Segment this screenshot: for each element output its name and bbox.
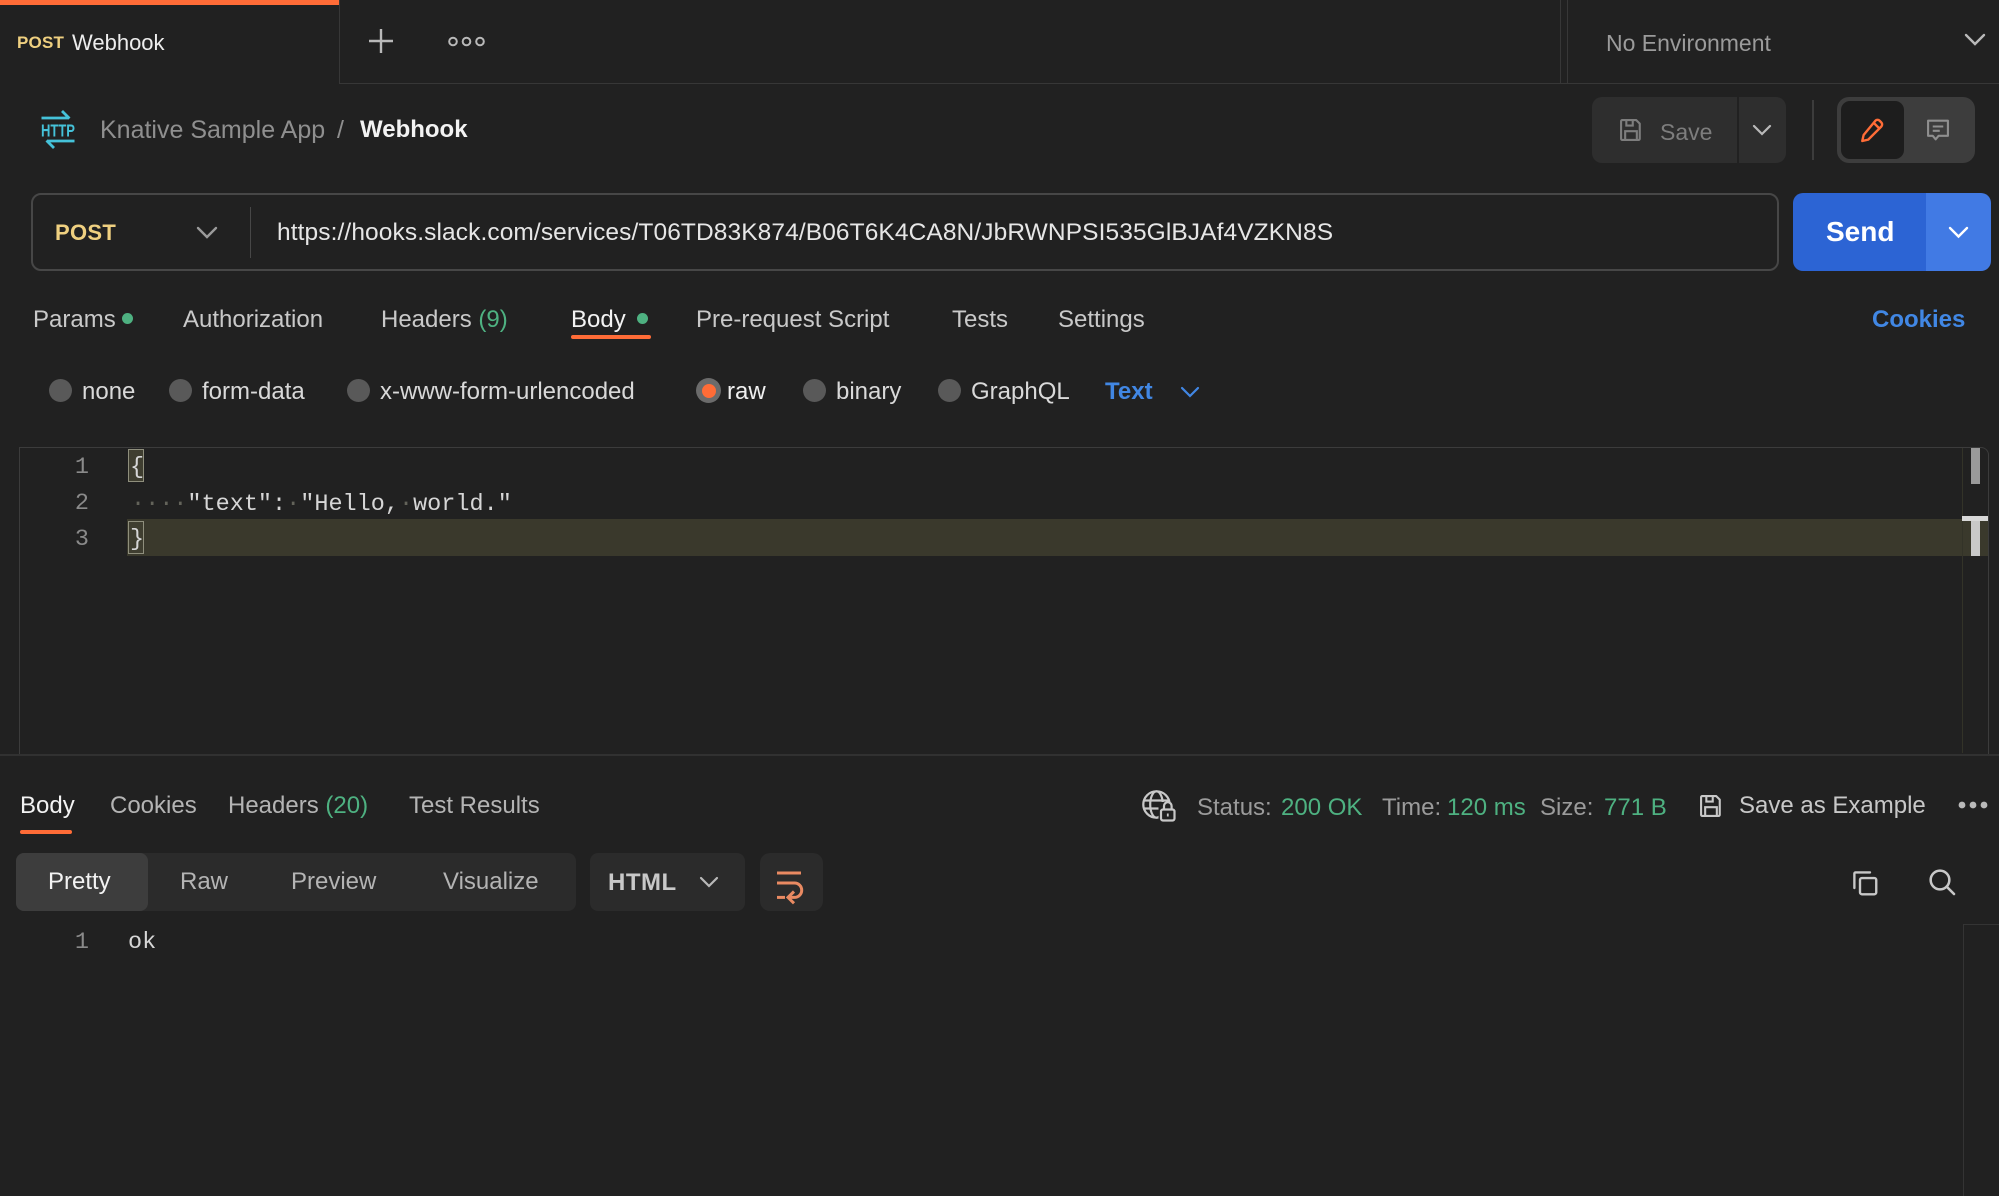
svg-text:HTTP: HTTP — [41, 121, 75, 141]
